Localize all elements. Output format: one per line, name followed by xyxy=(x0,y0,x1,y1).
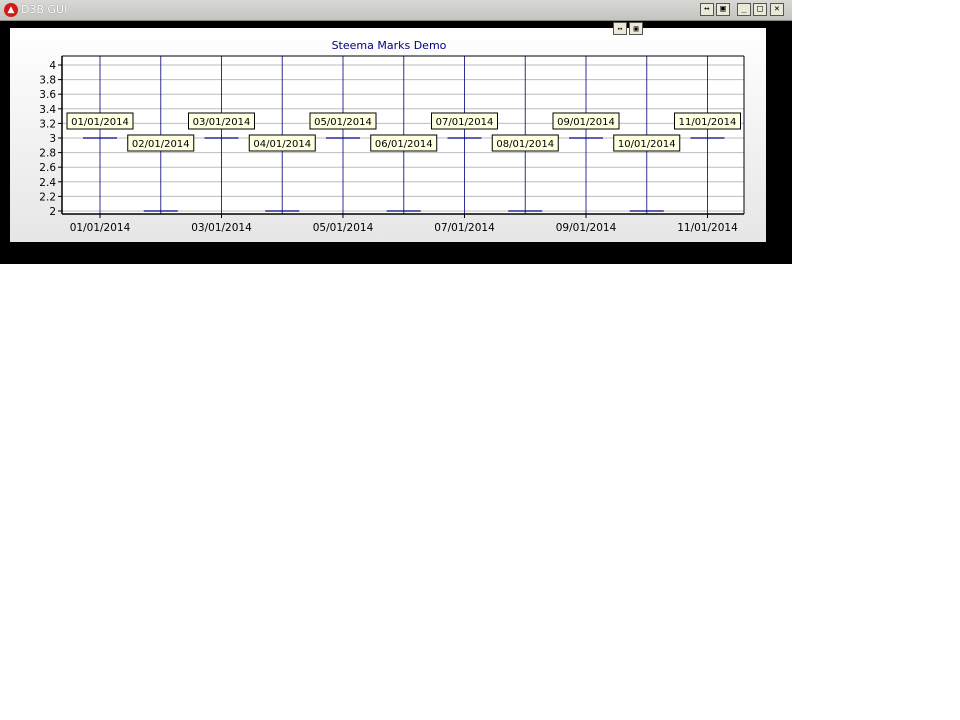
y-tick-label: 2.8 xyxy=(39,148,56,160)
window-title: D3B GUI xyxy=(21,3,68,16)
app-logo-icon[interactable]: ▲ xyxy=(4,3,18,17)
mark-label: 09/01/2014 xyxy=(557,117,615,128)
mark-label: 11/01/2014 xyxy=(679,117,737,128)
y-tick-label: 4 xyxy=(49,60,56,72)
y-tick-label: 2.6 xyxy=(39,162,56,174)
x-tick-label: 01/01/2014 xyxy=(70,222,131,234)
mark-label: 10/01/2014 xyxy=(618,139,676,150)
app-window: ▲ D3B GUI ↔ ▣ _ □ ✕ Steema Marks Demo 4 3.… xyxy=(0,0,792,264)
mark-label: 06/01/2014 xyxy=(375,139,433,150)
dock-move-icon[interactable]: ↔ xyxy=(613,22,627,35)
mark-label: 02/01/2014 xyxy=(132,139,190,150)
y-tick-label: 3.4 xyxy=(39,104,56,116)
chart-panel: Steema Marks Demo 4 3.8 3.6 3.4 3.2 3 2.8 2.6 2.4… xyxy=(10,28,766,242)
minimize-icon[interactable]: _ xyxy=(737,3,751,16)
y-tick-label: 3.8 xyxy=(39,75,56,87)
y-tick-label: 3 xyxy=(49,133,56,145)
maximize-icon[interactable]: □ xyxy=(753,3,767,16)
x-tick-label: 09/01/2014 xyxy=(556,222,617,234)
close-icon[interactable]: ✕ xyxy=(770,3,784,16)
pin-icon[interactable]: ↔ xyxy=(700,3,714,16)
x-tick-label: 05/01/2014 xyxy=(313,222,374,234)
mark-label: 04/01/2014 xyxy=(253,139,311,150)
mark-label: 03/01/2014 xyxy=(193,117,251,128)
x-tick-label: 03/01/2014 xyxy=(191,222,252,234)
mark-label: 07/01/2014 xyxy=(436,117,494,128)
dock-float-icon[interactable]: ▣ xyxy=(629,22,643,35)
y-tick-label: 3.2 xyxy=(39,118,56,130)
x-tick-label: 11/01/2014 xyxy=(677,222,738,234)
chart-svg: Steema Marks Demo 4 3.8 3.6 3.4 3.2 3 2.8 2.6 2.4… xyxy=(39,39,745,234)
y-tick-label: 2.4 xyxy=(39,177,56,189)
chart-title: Steema Marks Demo xyxy=(332,39,447,52)
y-tick-label: 2 xyxy=(49,206,56,218)
x-tick-label: 07/01/2014 xyxy=(434,222,495,234)
mark-label: 05/01/2014 xyxy=(314,117,372,128)
title-bar[interactable]: ▲ D3B GUI ↔ ▣ _ □ ✕ xyxy=(0,0,792,21)
restore-icon[interactable]: ▣ xyxy=(716,3,730,16)
y-tick-label: 3.6 xyxy=(39,89,56,101)
mark-label: 08/01/2014 xyxy=(496,139,554,150)
y-tick-label: 2.2 xyxy=(39,191,56,203)
mark-label: 01/01/2014 xyxy=(71,117,129,128)
